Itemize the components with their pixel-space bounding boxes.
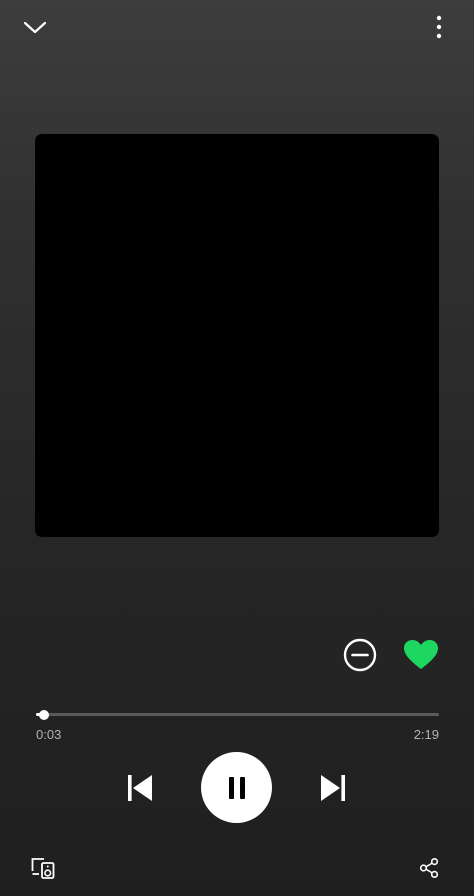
share-icon xyxy=(419,858,439,878)
like-button[interactable] xyxy=(399,634,443,676)
connect-device-button[interactable] xyxy=(26,852,60,884)
progress-track xyxy=(36,713,439,716)
elapsed-time: 0:03 xyxy=(36,727,62,742)
share-button[interactable] xyxy=(413,852,445,884)
collapse-button[interactable] xyxy=(14,10,56,44)
minus-circle-icon xyxy=(343,638,377,672)
next-track-button[interactable] xyxy=(311,766,355,810)
more-vertical-icon xyxy=(436,15,442,39)
more-options-button[interactable] xyxy=(424,8,454,46)
previous-track-button[interactable] xyxy=(118,766,162,810)
chevron-down-icon xyxy=(23,21,47,34)
connect-device-icon xyxy=(31,858,55,879)
album-artwork xyxy=(35,134,439,537)
pause-button[interactable] xyxy=(201,752,272,823)
pause-icon xyxy=(228,776,245,799)
total-duration: 2:19 xyxy=(413,727,439,742)
skip-next-icon xyxy=(321,775,345,801)
progress-scrubber-handle[interactable] xyxy=(39,710,50,720)
progress-bar[interactable] xyxy=(36,706,439,724)
hide-song-button[interactable] xyxy=(339,634,381,676)
skip-previous-icon xyxy=(128,775,152,801)
heart-filled-icon xyxy=(404,640,438,669)
now-playing-screen: 0:03 2:19 xyxy=(0,0,474,896)
